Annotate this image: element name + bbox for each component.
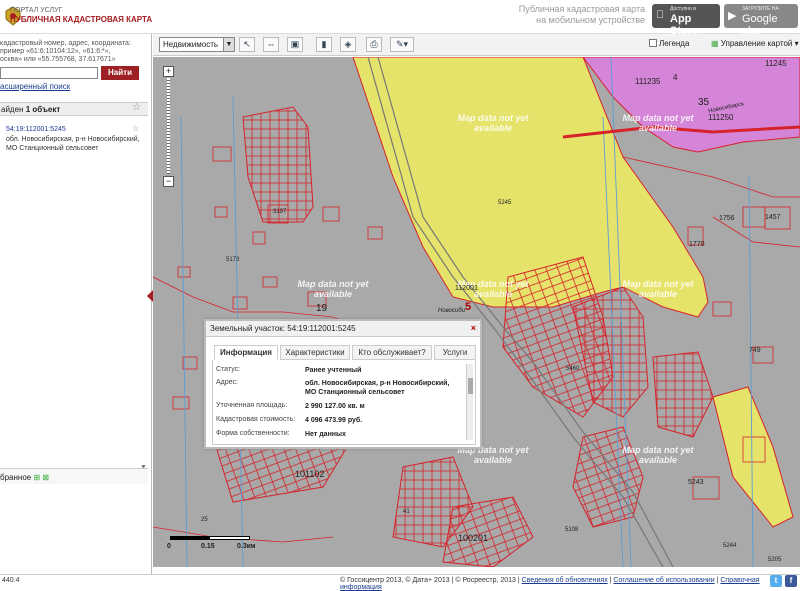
facebook-icon[interactable]: f (785, 575, 797, 587)
area-value: 2 990 127.00 кв. м (305, 403, 365, 410)
map-label: 749 (749, 347, 761, 354)
info-cursor-button[interactable]: ↖ (239, 37, 255, 52)
measure-button[interactable]: ⇔ (263, 37, 279, 52)
map-label: 101102 (295, 469, 325, 479)
map-label: 111235 (635, 77, 661, 86)
map-label: 5 (465, 301, 472, 313)
map-watermark: Map data not yet available (457, 113, 529, 133)
app-store-button[interactable]:  Доступно в App Store (652, 4, 720, 37)
popup-body: Статус: Ранее учтенный Адрес: обл. Новос… (212, 360, 476, 445)
portal-label: ПОРТАЛ УСЛУГ (10, 7, 63, 14)
map-watermark: Map data not yet available (297, 279, 369, 299)
toolbar: Недвижимость ▼ ↖ ⇔ ▣ ▮ ◈ ⎙ ✎▾ Легенда ▦ У… (153, 34, 800, 56)
map-label: 5205 (768, 557, 782, 563)
status-value: Ранее учтенный (305, 367, 362, 374)
map-label: 1770 (689, 241, 705, 248)
map-label: 25 (201, 517, 208, 523)
map-label: 5245 (498, 200, 512, 206)
map-canvas[interactable]: Map data not yet available Map data not … (153, 57, 800, 567)
results-header: айден 1 объект (0, 102, 148, 116)
chart-button[interactable]: ▮ (316, 37, 332, 52)
version-label: 440.4 (2, 577, 20, 584)
scale-bar: 0 0.15 0.3км (167, 533, 257, 555)
search-hint: кадастровый номер, адрес, координата: пр… (0, 40, 131, 63)
map-label: 5108 (565, 527, 579, 533)
close-icon[interactable]: × (471, 323, 476, 333)
popup-scrollbar[interactable] (466, 364, 473, 440)
map-label: 11245 (765, 59, 787, 68)
parcel-info-popup: Земельный участок: 54:19:112001:5245 × И… (204, 319, 482, 449)
legend-toggle[interactable]: Легенда (649, 39, 689, 48)
terms-link[interactable]: Соглашение об использовании (613, 577, 714, 584)
add-favorite-icon[interactable]: ⊞ (33, 473, 40, 482)
ownership-label: Форма собственности: (216, 430, 290, 437)
map-label: 5460 (566, 366, 580, 372)
google-play-icon: ▶ (728, 10, 737, 22)
zoom-slider[interactable] (167, 78, 170, 174)
find-button[interactable]: Найти (101, 66, 139, 80)
map-label: 5244 (723, 543, 737, 549)
map-drawing (153, 57, 800, 567)
star-icon[interactable]: ☆ (132, 102, 141, 113)
zoom-in-button[interactable]: + (163, 66, 174, 77)
google-play-button[interactable]: ▶ ЗАГРУЗИТЕ НА Google play (724, 4, 798, 37)
tab-who-serves[interactable]: Кто обслуживает? (352, 345, 432, 360)
favorite-star-icon[interactable]: ☆ (132, 124, 139, 133)
map-label: 112001 (455, 285, 478, 292)
tab-information[interactable]: Информация (214, 345, 278, 360)
map-label: 19 (316, 303, 328, 314)
tab-characteristics[interactable]: Характеристики (280, 345, 350, 360)
footer: 440.4 © Госсицентр 2013, © Дата+ 2013 | … (0, 574, 800, 591)
advanced-search-link[interactable]: асширенный поиск (0, 82, 70, 91)
map-label: 3197 (273, 209, 287, 215)
print-button[interactable]: ⎙ (366, 37, 382, 52)
cadastral-cost-label: Кадастровая стоимость: (216, 416, 296, 423)
map-label: 5173 (226, 257, 240, 263)
analytics-button[interactable]: ◈ (340, 37, 356, 52)
map-label: 111250 (708, 113, 734, 122)
map-label: 100201 (458, 533, 489, 543)
result-address: обл. Новосибирская, р-н Новосибирский, МО… (6, 136, 140, 152)
footer-links: © Госсицентр 2013, © Дата+ 2013 | © Роср… (340, 577, 760, 591)
tab-services[interactable]: Услуги (434, 345, 476, 360)
layers-button[interactable]: ▣ (287, 37, 303, 52)
map-label: 35 (698, 97, 710, 108)
chevron-down-icon: ▼ (223, 38, 234, 51)
address-label: Адрес: (216, 379, 238, 386)
zoom-control[interactable]: + − (163, 66, 174, 187)
search-panel: кадастровый номер, адрес, координата: пр… (0, 34, 152, 574)
twitter-icon[interactable]: t (770, 575, 782, 587)
map-label: 5243 (688, 479, 704, 486)
checkbox[interactable] (649, 39, 657, 47)
favorites-bar: бранное ⊞ ⊠ (0, 468, 148, 484)
status-label: Статус: (216, 366, 241, 373)
map-label: 4 (673, 73, 678, 82)
header: ПОРТАЛ УСЛУГ ПУБЛИЧНАЯ КАДАСТРОВАЯ КАРТА… (0, 0, 800, 37)
search-input[interactable] (0, 67, 98, 79)
zoom-out-button[interactable]: − (163, 176, 174, 187)
result-cadastral-link[interactable]: 54:19:112001:5245 (6, 126, 66, 133)
map-watermark: Map data not yet available (622, 113, 694, 133)
ownership-value: Нет данных (305, 431, 346, 438)
portal-title[interactable]: ПУБЛИЧНАЯ КАДАСТРОВАЯ КАРТА (10, 15, 152, 24)
object-type-select[interactable]: Недвижимость ▼ (159, 37, 235, 52)
updates-link[interactable]: Сведения об обновлениях (522, 577, 608, 584)
map-control-toggle[interactable]: ▦ Управление картой ▾ (711, 39, 799, 48)
map-label: 41 (403, 509, 410, 515)
mobile-promo: Публичная кадастровая карта на мобильном … (518, 4, 645, 25)
map-watermark: Map data not yet available (622, 279, 694, 299)
cadastral-cost-value: 4 096 473.99 руб. (305, 417, 363, 424)
map-label: Новосиби (438, 308, 466, 314)
popup-title: Земельный участок: 54:19:112001:5245 (206, 321, 480, 337)
map-label: 1756 (719, 215, 735, 222)
map-watermark: Map data not yet available (622, 445, 694, 465)
address-value: обл. Новосибирская, р-н Новосибирский, МО… (305, 380, 450, 396)
map-label: 1457 (765, 214, 781, 221)
apple-icon:  (656, 9, 664, 21)
export-favorite-icon[interactable]: ⊠ (42, 473, 49, 482)
area-label: Уточненная площадь: (216, 402, 288, 409)
link-button[interactable]: ✎▾ (390, 37, 414, 52)
